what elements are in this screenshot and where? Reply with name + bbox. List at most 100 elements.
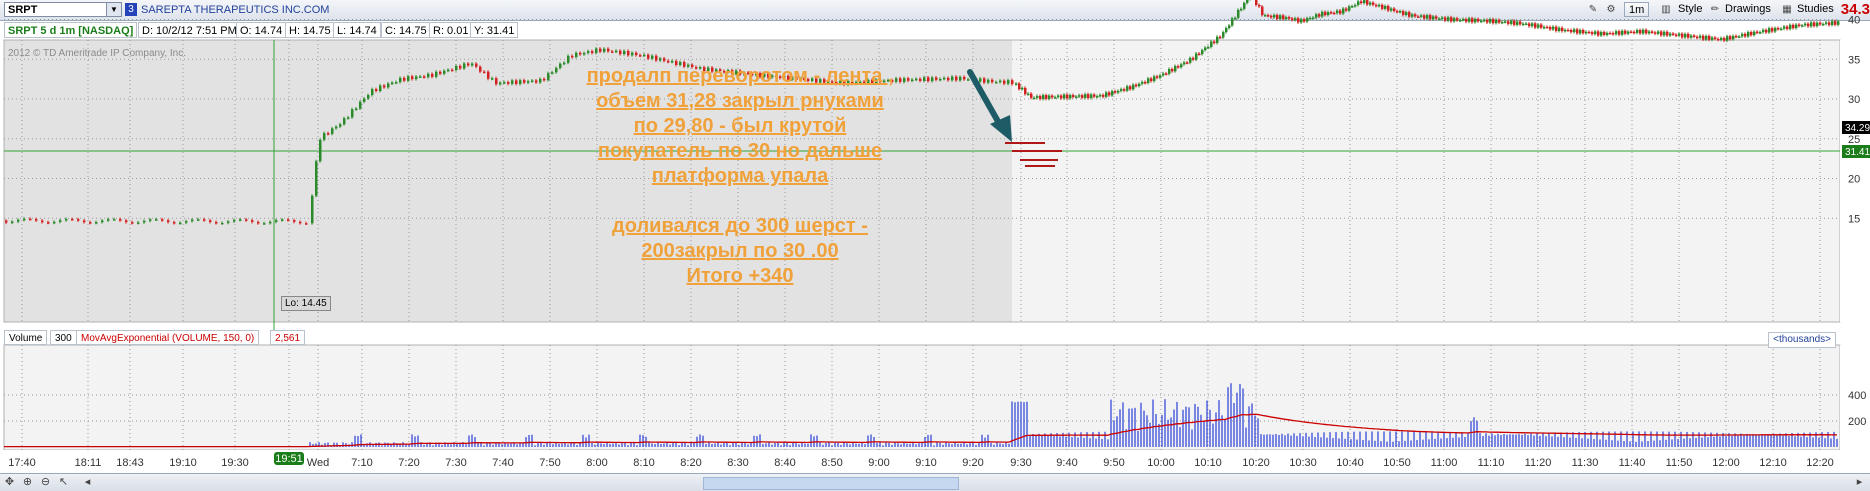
candle [173, 222, 176, 224]
candle [987, 79, 990, 83]
candle [343, 118, 346, 125]
candle [1807, 23, 1810, 27]
zoom-in-icon[interactable]: ⊕ [20, 475, 35, 489]
volume-period: 300 [50, 330, 77, 345]
horizontal-scrollbar[interactable] [703, 477, 959, 490]
price-tick-label: 35 [1848, 54, 1860, 66]
candle [1585, 31, 1588, 34]
candle [631, 52, 634, 56]
candle [1819, 22, 1822, 25]
candle [1390, 8, 1393, 11]
annotation-line: продалп переворотом - лента , [586, 65, 894, 87]
candle [1081, 95, 1084, 98]
regular-hours-area [1012, 40, 1840, 322]
candle [293, 220, 296, 222]
time-tick-label: Wed [307, 457, 329, 469]
volume-study-label[interactable]: MovAvgExponential (VOLUME, 150, 0) [76, 330, 260, 345]
candle [1054, 97, 1057, 99]
candle [451, 69, 454, 72]
candle [1813, 22, 1816, 27]
candle [1294, 18, 1297, 21]
zoom-out-icon[interactable]: ⊖ [38, 475, 53, 489]
candle [1765, 29, 1768, 33]
candle [1732, 35, 1735, 40]
candle [991, 79, 994, 83]
time-tick-label: 7:50 [539, 457, 560, 469]
candle [419, 76, 422, 78]
candle [1714, 37, 1717, 39]
time-tick-label: 10:20 [1242, 457, 1270, 469]
candle [663, 58, 666, 61]
candle [659, 58, 662, 61]
candle [1651, 31, 1654, 34]
candle [1060, 95, 1063, 99]
candle [339, 124, 342, 127]
candle [1789, 24, 1792, 30]
candle [1243, 2, 1246, 9]
time-tick-label: 9:20 [962, 457, 983, 469]
candle [1297, 18, 1300, 23]
candle [1609, 32, 1612, 35]
candle [1066, 94, 1069, 99]
candle [77, 219, 80, 221]
candle [1285, 17, 1288, 20]
volume-title[interactable]: Volume [4, 330, 48, 345]
volume-units: <thousands> [1768, 332, 1836, 348]
candle [351, 109, 354, 118]
candle [1831, 21, 1834, 25]
candle [1624, 30, 1627, 34]
candle [967, 79, 970, 81]
candle [1270, 15, 1273, 18]
candle [415, 76, 418, 80]
candle [1198, 53, 1201, 56]
candle [1381, 4, 1384, 9]
candle [1726, 36, 1729, 41]
candle [323, 133, 326, 140]
annotation-line: объем 31,28 закрыл рнуками [596, 90, 884, 112]
candle [319, 139, 322, 162]
candle [1702, 35, 1705, 40]
candle [1558, 27, 1561, 32]
candle [53, 221, 56, 224]
candle [471, 63, 474, 66]
candle [1276, 15, 1279, 19]
candle [439, 71, 442, 74]
candle [1255, 0, 1258, 5]
candle [1744, 33, 1747, 37]
candle [1339, 10, 1342, 14]
candle [1402, 11, 1405, 15]
candle [1150, 78, 1153, 82]
candle [1135, 84, 1138, 87]
candle [29, 218, 32, 221]
candle [1816, 22, 1819, 27]
time-tick-label: 12:00 [1712, 457, 1740, 469]
candle [1531, 23, 1534, 27]
scroll-left-icon[interactable]: ◂ [80, 475, 95, 489]
candle [185, 221, 188, 223]
candle [1291, 18, 1294, 21]
candle [627, 50, 630, 56]
candle [1687, 33, 1690, 38]
candle [1093, 94, 1096, 97]
candle [639, 55, 642, 57]
candle [1573, 29, 1576, 33]
candle [1327, 12, 1330, 16]
candle [1417, 16, 1420, 18]
candle [579, 52, 582, 55]
pan-icon[interactable]: ✥ [2, 475, 17, 489]
candle [1597, 31, 1600, 36]
candle [1342, 8, 1345, 14]
candle [1753, 31, 1756, 36]
candle [1177, 66, 1180, 68]
candle [131, 222, 134, 224]
candle [1153, 76, 1156, 82]
candle [1549, 26, 1552, 30]
candle [1669, 33, 1672, 36]
candle [1642, 29, 1645, 34]
candle [1279, 15, 1282, 19]
candle [387, 83, 390, 88]
candle [1477, 18, 1480, 22]
cursor-icon[interactable]: ↖ [56, 475, 71, 489]
candle [1072, 95, 1075, 98]
scroll-right-icon[interactable]: ▸ [1852, 475, 1867, 489]
